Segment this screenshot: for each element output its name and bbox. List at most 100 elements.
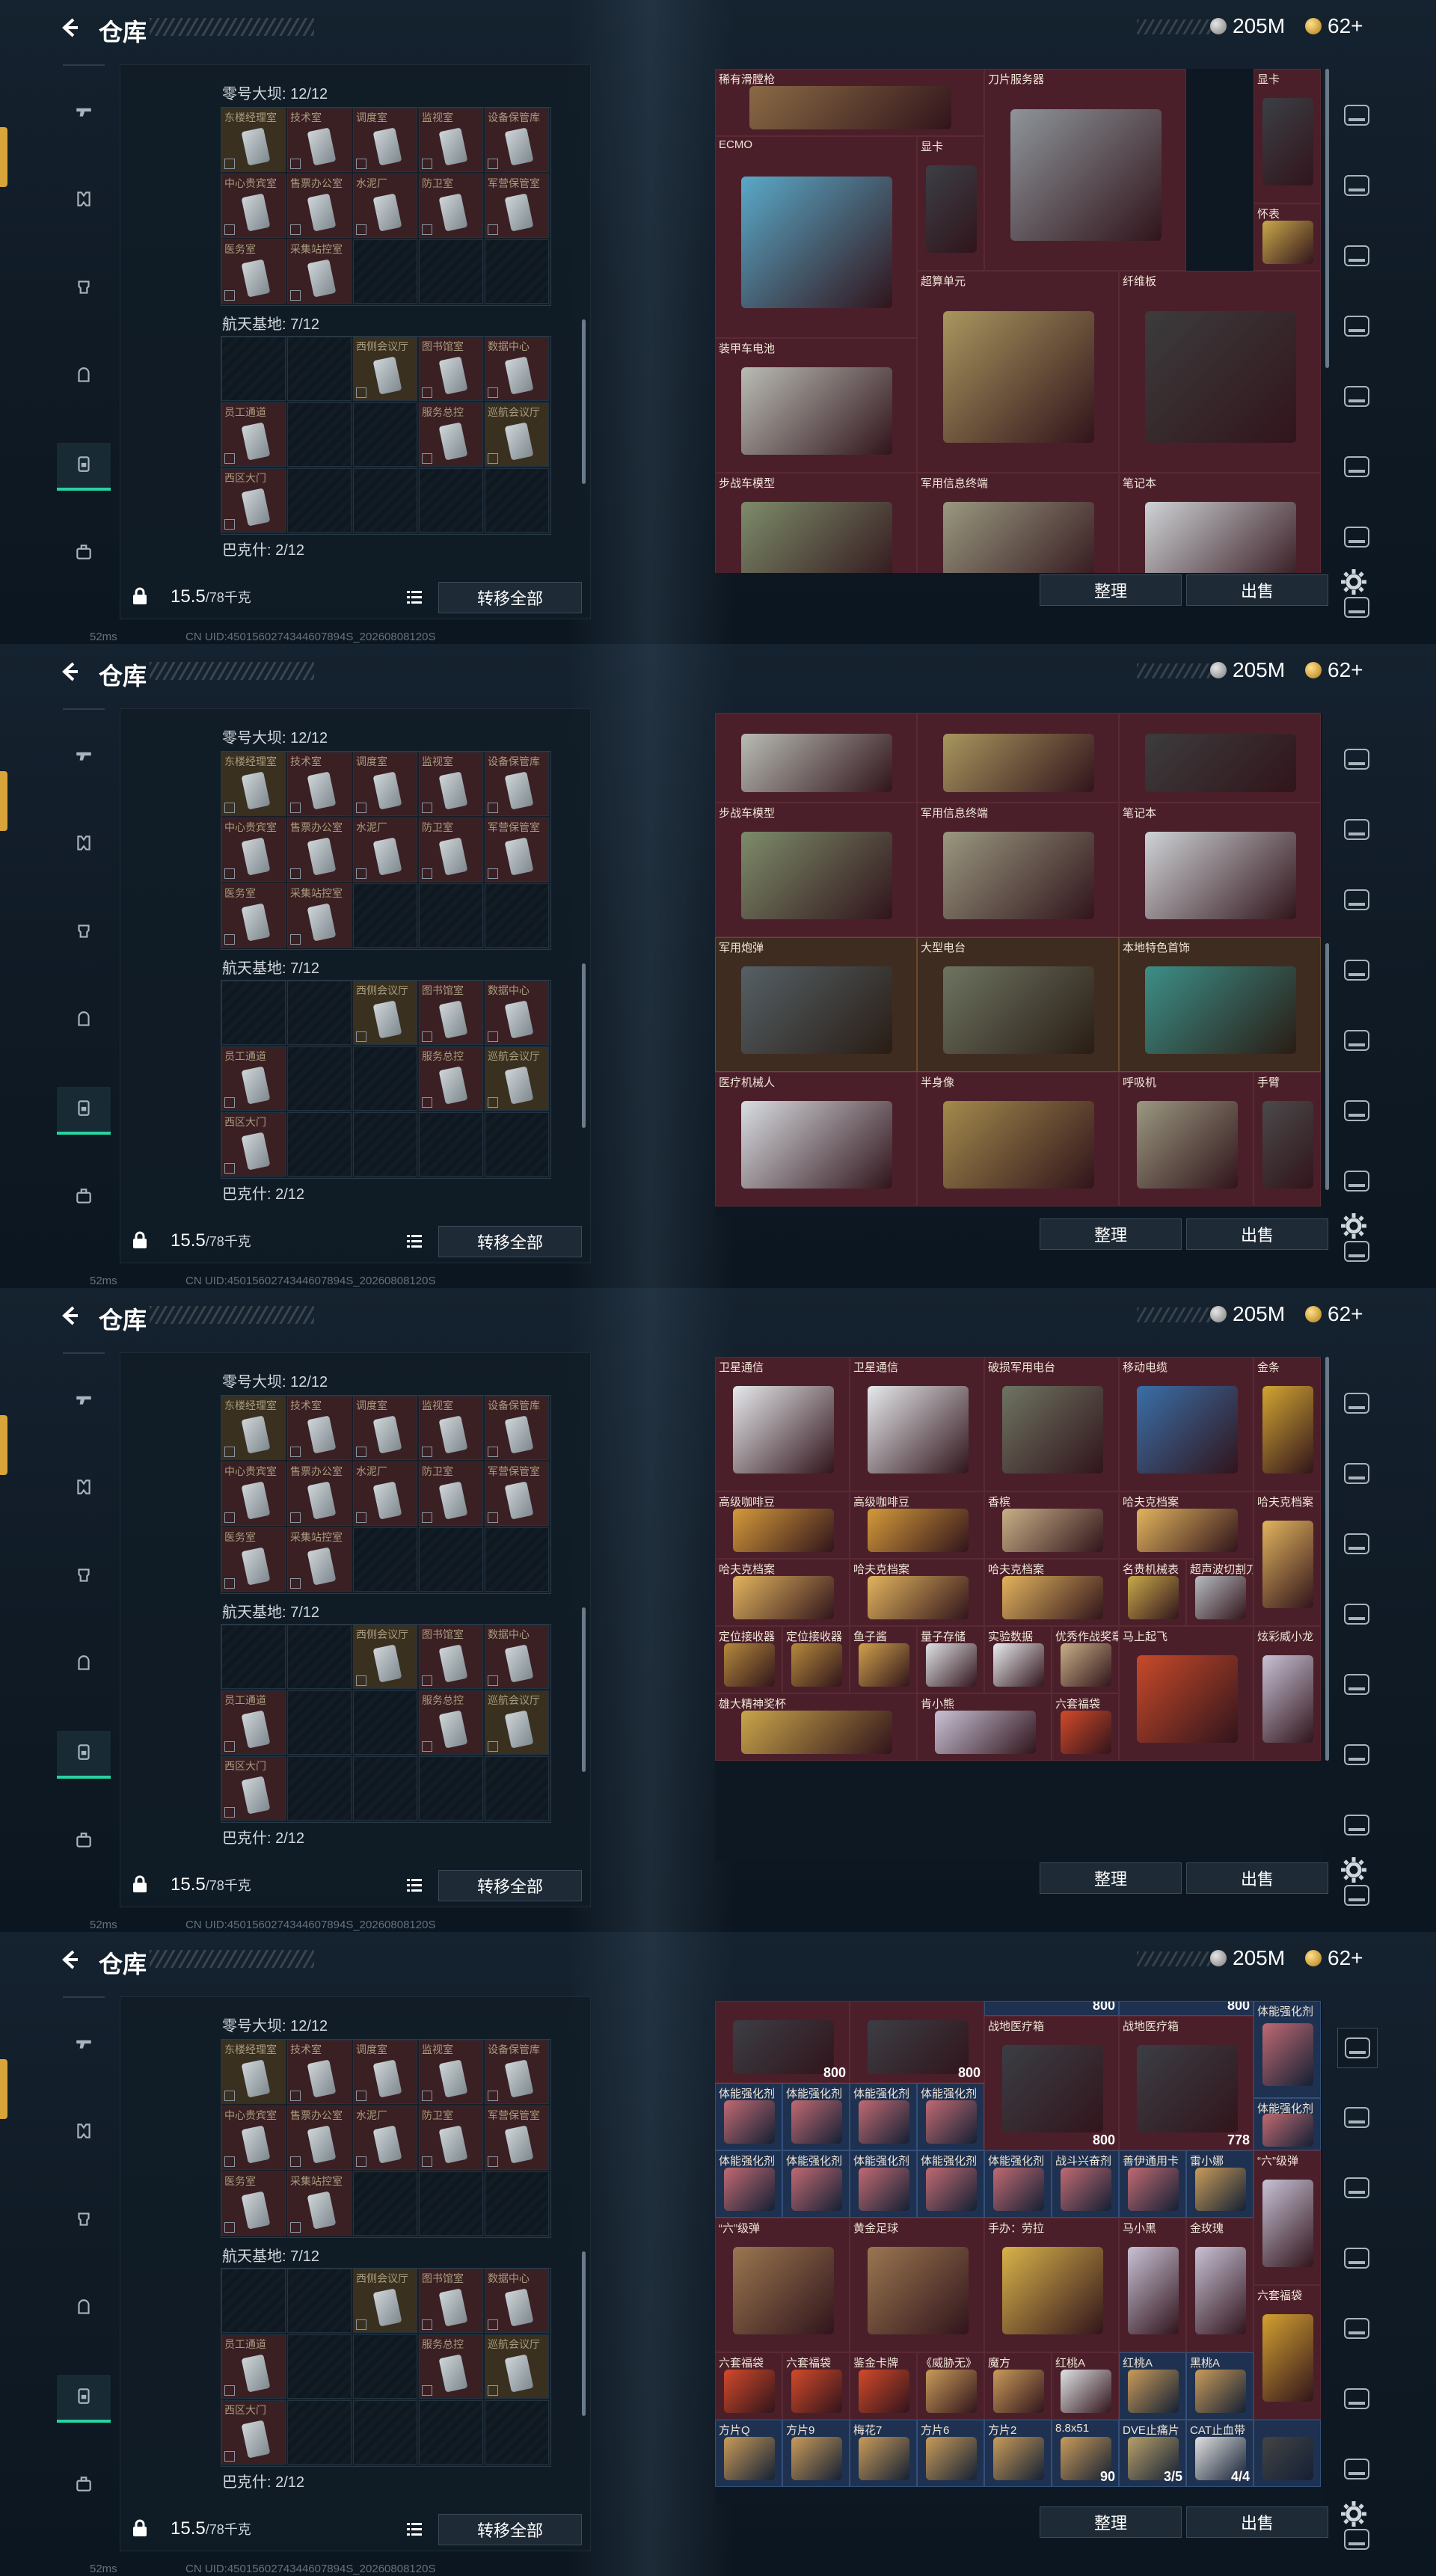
key-card-slot[interactable]: 东楼经理室 bbox=[221, 1396, 286, 1460]
stash-tab[interactable] bbox=[1337, 166, 1376, 205]
back-chevron-icon[interactable] bbox=[58, 16, 81, 39]
key-card-slot[interactable]: 医务室 bbox=[221, 239, 286, 304]
stash-item[interactable]: ECMO bbox=[715, 136, 917, 338]
key-card-slot[interactable]: 西区大门 bbox=[221, 468, 286, 533]
stash-item[interactable]: 显卡 bbox=[917, 136, 984, 271]
key-card-slot[interactable]: 巡航会议厅 bbox=[485, 402, 549, 467]
key-card-slot[interactable]: 售票办公室 bbox=[287, 818, 352, 882]
category-tab[interactable] bbox=[57, 910, 111, 955]
stash-item[interactable]: 手办：劳拉 bbox=[984, 2218, 1119, 2352]
category-tab[interactable] bbox=[57, 90, 111, 135]
key-card-slot[interactable]: 图书馆室 bbox=[419, 2269, 483, 2333]
stash-tab[interactable] bbox=[1337, 810, 1376, 849]
stash-item[interactable]: 体能强化剂 bbox=[782, 2083, 850, 2150]
stash-item[interactable]: 肯小熊 bbox=[917, 1693, 1052, 1761]
stash-item[interactable]: 呼吸机 bbox=[1119, 1072, 1254, 1206]
stash-item[interactable]: 实验数据 bbox=[984, 1626, 1052, 1693]
stash-tab[interactable] bbox=[1337, 377, 1376, 416]
stash-item[interactable]: 800 bbox=[715, 2001, 850, 2083]
stash-item[interactable]: 战地医疗箱 800 bbox=[984, 2016, 1119, 2150]
key-card-slot[interactable]: 东楼经理室 bbox=[221, 108, 286, 172]
gear-icon[interactable] bbox=[1339, 1855, 1369, 1885]
category-tab[interactable] bbox=[57, 1378, 111, 1423]
key-card-slot[interactable]: 军营保管室 bbox=[485, 2106, 549, 2170]
category-tab[interactable] bbox=[57, 1643, 111, 1687]
key-card-slot[interactable]: 巡航会议厅 bbox=[485, 1690, 549, 1755]
key-card-slot[interactable]: 售票办公室 bbox=[287, 2106, 352, 2170]
stash-item[interactable]: 步战车模型 bbox=[715, 803, 917, 937]
stash-item[interactable]: 方片Q bbox=[715, 2420, 782, 2487]
stash-item[interactable]: 体能强化剂 bbox=[782, 2150, 850, 2218]
stash-item[interactable]: “六”级弹 bbox=[715, 2218, 850, 2352]
key-card-slot[interactable]: 设备保管库 bbox=[485, 2040, 549, 2104]
gear-icon[interactable] bbox=[1339, 2499, 1369, 2529]
key-card-slot[interactable]: 防卫室 bbox=[419, 1462, 483, 1526]
list-icon[interactable] bbox=[402, 585, 426, 609]
category-tab[interactable] bbox=[57, 2198, 111, 2243]
stash-item[interactable]: 8.8x51 90 bbox=[1052, 2420, 1119, 2487]
key-card-slot[interactable]: 员工通道 bbox=[221, 1046, 286, 1111]
key-card-slot[interactable]: 调度室 bbox=[353, 752, 417, 816]
stash-item[interactable]: 高级咖啡豆 bbox=[715, 1491, 850, 1559]
stash-item[interactable]: “六”级弹 bbox=[1254, 2150, 1321, 2285]
gear-icon[interactable] bbox=[1339, 1211, 1369, 1241]
sort-button[interactable]: 整理 bbox=[1040, 1862, 1182, 1894]
stash-item[interactable] bbox=[715, 713, 917, 803]
stash-item[interactable]: 军用信息终端 bbox=[917, 473, 1119, 573]
transfer-all-button[interactable]: 转移全部 bbox=[438, 1226, 582, 1257]
stash-item[interactable]: 移动电缆 bbox=[1119, 1357, 1254, 1491]
key-card-slot[interactable]: 调度室 bbox=[353, 108, 417, 172]
stash-item[interactable]: 雷小娜 bbox=[1186, 2150, 1254, 2218]
sell-button[interactable]: 出售 bbox=[1186, 2506, 1328, 2538]
lock-icon[interactable] bbox=[130, 586, 150, 606]
category-tab[interactable] bbox=[57, 1554, 111, 1599]
stash-item[interactable]: 体能强化剂 bbox=[715, 2083, 782, 2150]
stash-item[interactable] bbox=[917, 713, 1119, 803]
category-tab[interactable] bbox=[57, 2463, 111, 2508]
sort-button[interactable]: 整理 bbox=[1040, 574, 1182, 606]
stash-item[interactable]: 体能强化剂 bbox=[1254, 2098, 1321, 2150]
stash-item[interactable]: 炫彩威小龙 bbox=[1254, 1626, 1321, 1761]
key-card-slot[interactable]: 水泥厂 bbox=[353, 1462, 417, 1526]
stash-tab[interactable] bbox=[1337, 96, 1376, 135]
stash-item[interactable]: 大型电台 bbox=[917, 937, 1119, 1072]
stash-item[interactable] bbox=[1119, 713, 1321, 803]
key-card-slot[interactable]: 技术室 bbox=[287, 752, 352, 816]
stash-item[interactable]: 怀表 bbox=[1254, 203, 1321, 271]
key-card-slot[interactable]: 图书馆室 bbox=[419, 981, 483, 1045]
category-tab[interactable] bbox=[57, 355, 111, 399]
key-card-slot[interactable]: 巡航会议厅 bbox=[485, 1046, 549, 1111]
stash-item[interactable]: 军用信息终端 bbox=[917, 803, 1119, 937]
stash-item[interactable]: 体能强化剂 bbox=[850, 2150, 917, 2218]
stash-item[interactable]: 黑桃A bbox=[1186, 2352, 1254, 2420]
stash-tab[interactable] bbox=[1337, 236, 1376, 275]
stash-item[interactable]: 半身像 bbox=[917, 1072, 1119, 1206]
stash-tab[interactable] bbox=[1337, 447, 1376, 486]
key-card-slot[interactable]: 数据中心 bbox=[485, 1625, 549, 1689]
stash-tab[interactable] bbox=[1337, 2309, 1376, 2348]
category-tab[interactable] bbox=[57, 443, 111, 491]
sort-button[interactable]: 整理 bbox=[1040, 2506, 1182, 2538]
stash-item[interactable]: 魔方 bbox=[984, 2352, 1052, 2420]
category-tab[interactable] bbox=[57, 2375, 111, 2423]
stash-item[interactable]: 800 bbox=[850, 2001, 984, 2083]
stash-tab[interactable] bbox=[1337, 2098, 1376, 2137]
back-chevron-icon[interactable] bbox=[58, 1948, 81, 1971]
key-card-slot[interactable]: 军营保管室 bbox=[485, 174, 549, 238]
stash-item[interactable]: 高级咖啡豆 bbox=[850, 1491, 984, 1559]
key-card-slot[interactable]: 服务总控 bbox=[419, 1046, 483, 1111]
stash-tab[interactable] bbox=[1337, 2168, 1376, 2207]
key-card-slot[interactable]: 防卫室 bbox=[419, 174, 483, 238]
key-card-slot[interactable]: 西侧会议厅 bbox=[353, 1625, 417, 1689]
stash-item[interactable]: 哈夫克档案 bbox=[984, 1559, 1119, 1626]
stash-tab[interactable] bbox=[1337, 1735, 1376, 1774]
stash-item[interactable]: 哈夫克档案 bbox=[850, 1559, 984, 1626]
category-tab[interactable] bbox=[57, 2110, 111, 2155]
stash-item[interactable]: 量子存储 bbox=[917, 1626, 984, 1693]
list-icon[interactable] bbox=[402, 1873, 426, 1897]
stash-item[interactable]: 破损军用电台 bbox=[984, 1357, 1119, 1491]
key-card-slot[interactable]: 采集站控室 bbox=[287, 883, 352, 948]
stash-item[interactable]: 方片9 bbox=[782, 2420, 850, 2487]
stash-tab[interactable] bbox=[1337, 740, 1376, 779]
category-tab[interactable] bbox=[57, 266, 111, 311]
